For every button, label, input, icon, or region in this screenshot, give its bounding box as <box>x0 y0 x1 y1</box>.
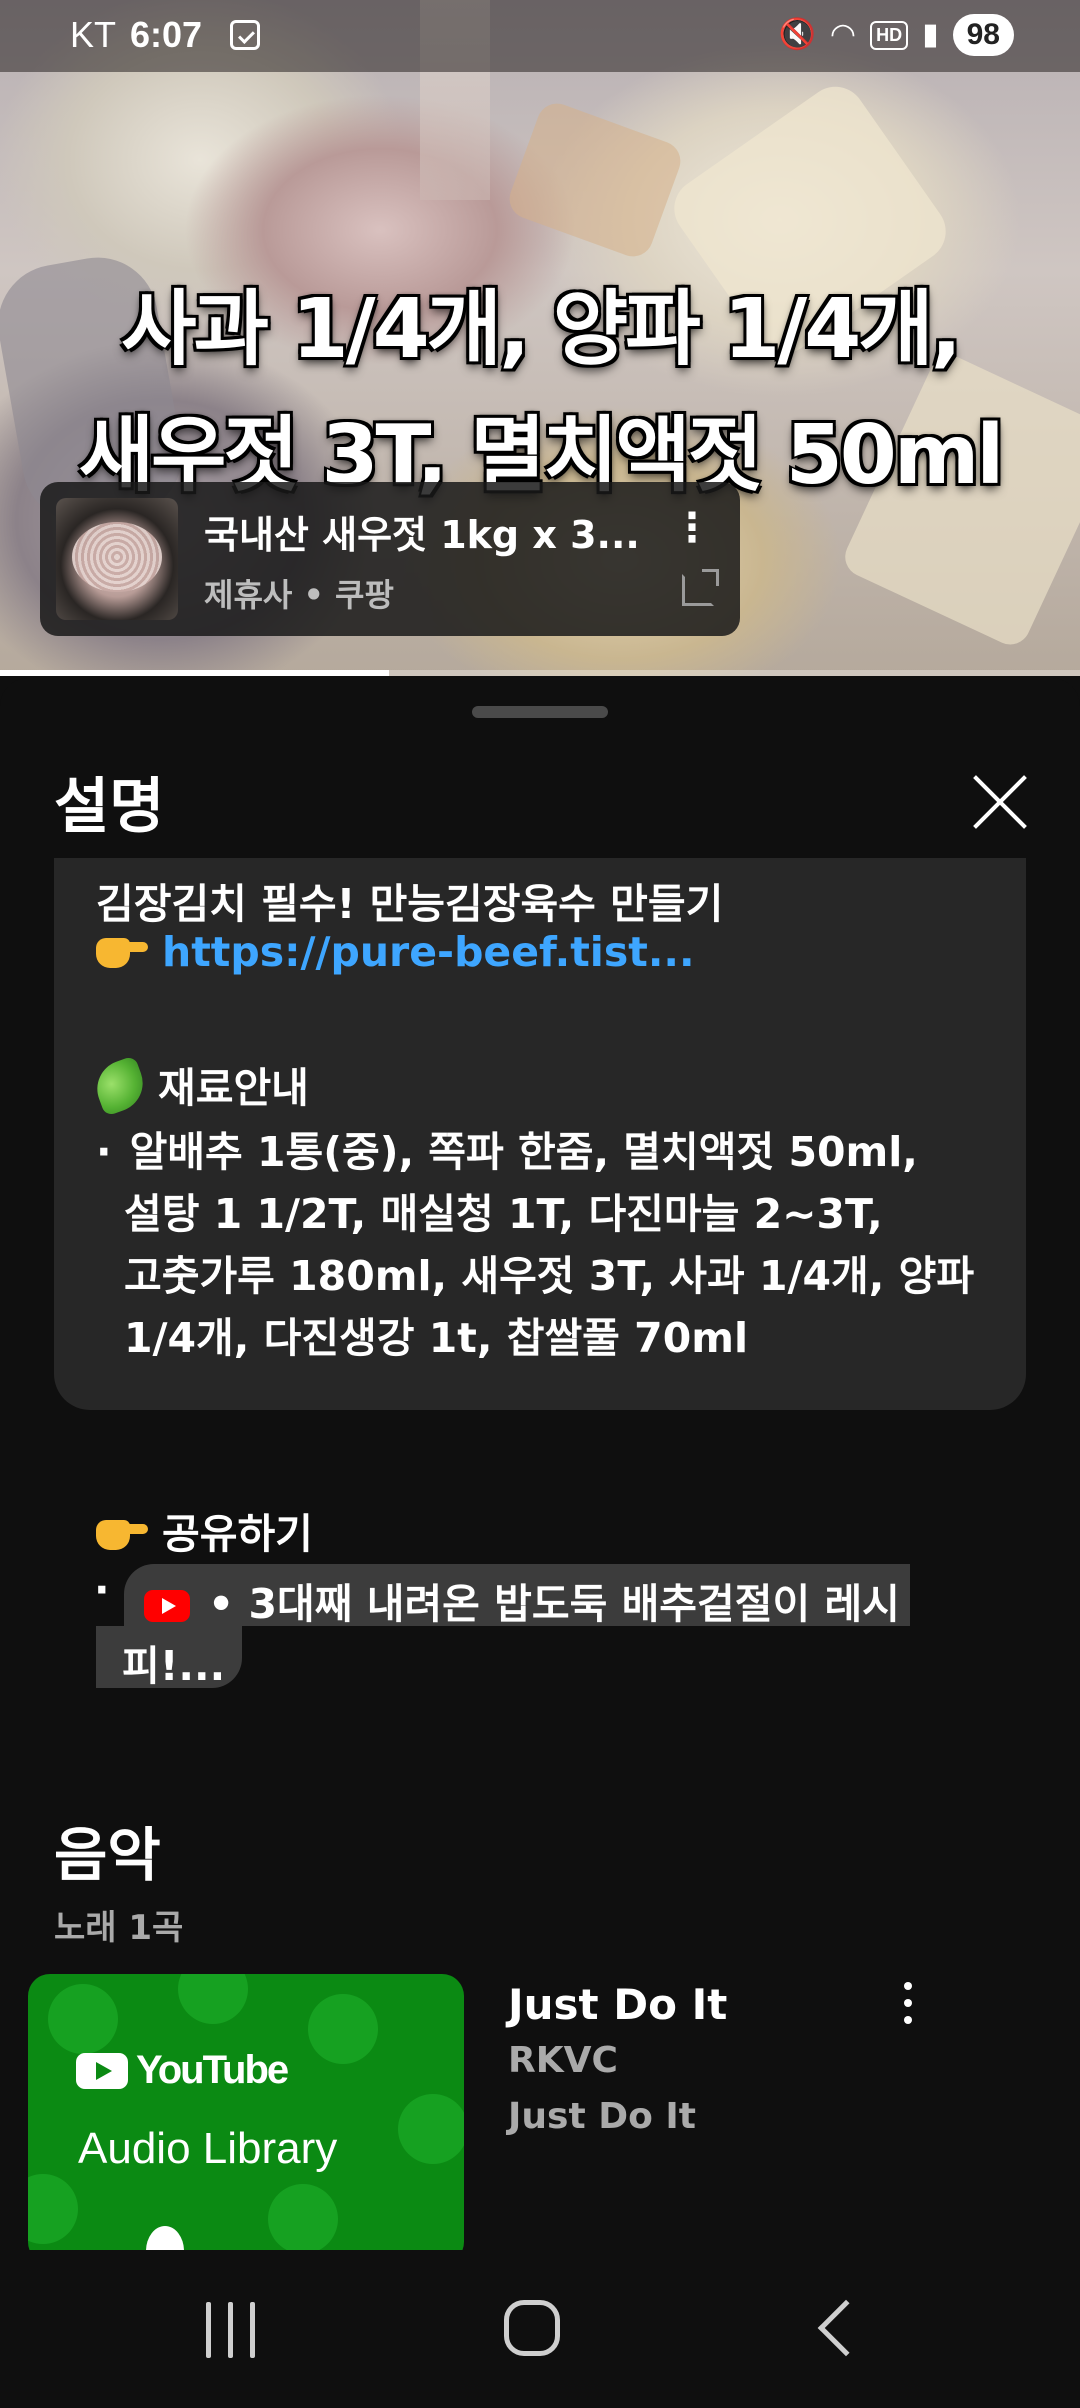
more-vert-icon[interactable]: ⋮ <box>672 508 712 548</box>
description-link[interactable]: https://pure-beef.tist... <box>162 928 695 976</box>
home-icon[interactable] <box>504 2300 560 2356</box>
album-ornament <box>146 2226 184 2250</box>
status-bar: KT 6:07 🔇 ◠ HD ▮ 98 <box>0 0 1080 72</box>
bullet: · <box>96 1128 112 1176</box>
video-caption-line1: 사과 1/4개, 양파 1/4개, <box>121 282 962 377</box>
ingredients-text-1: 알배추 1통(중), 쪽파 한줌, 멸치액젓 50ml, <box>129 1128 918 1176</box>
youtube-logo: YouTube <box>76 2048 289 2093</box>
hd-voice-icon: HD <box>870 20 909 50</box>
carrier-label: KT <box>70 14 117 55</box>
ingredients-heading-row: 재료안내 <box>89 1054 309 1117</box>
pointing-hand-icon <box>96 930 148 970</box>
album-pattern <box>48 1984 118 2054</box>
album-pattern <box>268 2184 338 2250</box>
album-pattern <box>28 2174 78 2244</box>
product-vendor: 제휴사 • 쿠팡 <box>204 576 394 614</box>
share-chip-continued[interactable]: 피!... <box>96 1626 242 1690</box>
audio-library-label: Audio Library <box>78 2124 338 2173</box>
product-thumbnail <box>56 498 178 620</box>
album-art[interactable]: YouTube Audio Library <box>28 1974 464 2250</box>
album-pattern <box>308 1994 378 2064</box>
description-box: 김장김치 필수! 만능김장육수 만들기 https://pure-beef.ti… <box>54 858 1026 1410</box>
mute-icon: 🔇 <box>778 17 816 52</box>
music-section-count: 노래 1곡 <box>54 1908 184 1948</box>
share-chip-text-1: • 3대째 내려온 밥도둑 배추겉절이 레시 <box>208 1580 900 1628</box>
external-link-icon[interactable] <box>682 569 719 606</box>
music-section-title: 음악 <box>54 1821 161 1889</box>
signal-icon: ▮ <box>922 17 939 52</box>
clock: 6:07 <box>130 14 203 55</box>
wifi-icon: ◠ <box>829 17 857 52</box>
ingredients-line: · 알배추 1통(중), 쪽파 한줌, 멸치액젓 50ml, <box>96 1118 918 1178</box>
sheet-title: 설명 <box>54 772 165 842</box>
track-more-icon[interactable] <box>898 1978 918 2028</box>
close-icon[interactable] <box>970 772 1030 832</box>
album-pattern <box>178 1974 248 2024</box>
share-heading: 공유하기 <box>162 1510 313 1558</box>
ingredients-text-3: 고춧가루 180ml, 새우젓 3T, 사과 1/4개, 양파 <box>124 1252 975 1300</box>
share-chip-text-2: 피!... <box>122 1642 226 1690</box>
back-icon[interactable] <box>817 2299 875 2357</box>
product-title: 국내산 새우젓 1kg x 3... <box>204 513 640 557</box>
description-link-row: https://pure-beef.tist... <box>96 928 695 976</box>
description-promo: 김장김치 필수! 만능김장육수 만들기 <box>96 880 724 928</box>
share-chip[interactable]: • 3대째 내려온 밥도둑 배추겉절이 레시 <box>124 1564 910 1628</box>
bullet: · <box>94 1566 110 1614</box>
album-pattern <box>398 2094 464 2164</box>
video-progress-bar[interactable] <box>0 670 1080 676</box>
youtube-wordmark: YouTube <box>136 2048 289 2092</box>
pointing-hand-icon <box>96 1512 148 1552</box>
recents-icon[interactable] <box>206 2302 256 2358</box>
video-player[interactable]: 사과 1/4개, 양파 1/4개, 새우젓 3T, 멸치액젓 50ml 국내산 … <box>0 0 1080 676</box>
youtube-icon <box>144 1590 190 1622</box>
ingredients-text-2: 설탕 1 1/2T, 매실청 1T, 다진마늘 2~3T, <box>124 1190 883 1238</box>
youtube-play-icon <box>76 2052 128 2089</box>
battery-indicator: 98 <box>952 14 1014 56</box>
ingredients-text-4: 1/4개, 다진생강 1t, 찹쌀풀 70ml <box>124 1314 748 1362</box>
ingredients-heading: 재료안내 <box>158 1064 309 1112</box>
track-album: Just Do It <box>508 2096 696 2137</box>
video-frame-detail <box>504 97 686 263</box>
product-shelf-card[interactable]: 국내산 새우젓 1kg x 3... 제휴사 • 쿠팡 ⋮ <box>40 482 740 636</box>
drag-handle[interactable] <box>472 706 608 718</box>
description-sheet: 설명 김장김치 필수! 만능김장육수 만들기 https://pure-beef… <box>0 678 1080 2250</box>
share-heading-row: 공유하기 <box>96 1500 313 1560</box>
system-nav-bar <box>0 2250 1080 2408</box>
share-bullet: · <box>94 1566 128 1614</box>
share-chip-line1: • 3대째 내려온 밥도둑 배추겉절이 레시 <box>144 1570 900 1630</box>
track-artist: RKVC <box>508 2040 618 2081</box>
calendar-check-icon <box>230 20 261 50</box>
track-title[interactable]: Just Do It <box>508 1980 727 2029</box>
leafy-green-icon <box>89 1055 151 1117</box>
video-progress-fill <box>0 670 389 676</box>
